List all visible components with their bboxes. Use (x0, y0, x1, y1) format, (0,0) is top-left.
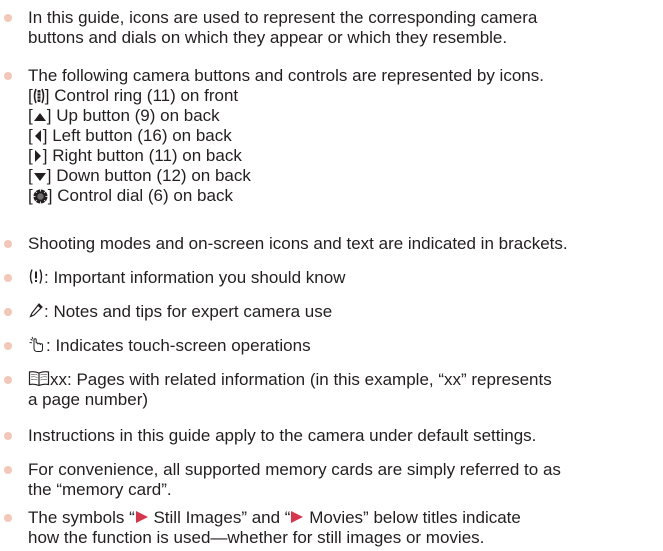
bullet (4, 240, 12, 248)
item-text: Instructions in this guide apply to the … (28, 426, 537, 445)
bullet (4, 308, 12, 316)
bullet (4, 432, 12, 440)
control-entry: [] Control dial (6) on back (28, 186, 233, 205)
right-button-icon (34, 150, 41, 162)
item-text: the “memory card”. (28, 480, 172, 499)
item-text: For convenience, all supported memory ca… (28, 460, 561, 479)
control-entry: [] Right button (11) on back (28, 146, 242, 165)
control-entry: [] Up button (9) on back (28, 106, 220, 125)
bullet (4, 376, 12, 384)
control-label: Left button (16) on back (52, 126, 232, 145)
play-arrow-icon (291, 511, 304, 523)
touch-icon (29, 336, 43, 352)
bullet (4, 14, 12, 22)
important-icon (29, 269, 43, 284)
page-ref-text: xx: Pages with related information (in t… (50, 370, 552, 389)
play-arrow-icon (135, 511, 148, 523)
book-icon (28, 371, 50, 387)
control-label: Control ring (11) on front (54, 86, 239, 105)
control-entry: [] Left button (16) on back (28, 126, 232, 145)
pencil-icon (29, 303, 43, 318)
control-entry: [] Control ring (11) on front (28, 86, 239, 105)
item-text: In this guide, icons are used to represe… (28, 8, 538, 27)
control-ring-icon (33, 88, 45, 104)
down-button-icon (33, 173, 46, 181)
important-text: : Important information you should know (44, 268, 346, 287)
item-text: Shooting modes and on-screen icons and t… (28, 234, 568, 253)
guide-conventions-page: In this guide, icons are used to represe… (0, 0, 663, 551)
item-text: how the function is used—whether for sti… (28, 528, 485, 547)
left-button-icon (34, 130, 41, 142)
notes-text: : Notes and tips for expert camera use (44, 302, 333, 321)
control-label: Control dial (6) on back (57, 186, 233, 205)
control-entry: [] Down button (12) on back (28, 166, 251, 185)
control-dial-icon (33, 189, 48, 204)
bullet (4, 72, 12, 80)
control-label: Right button (11) on back (52, 146, 242, 165)
item-text: The following camera buttons and control… (28, 66, 544, 85)
control-label: Up button (9) on back (56, 106, 220, 125)
up-button-icon (33, 113, 46, 121)
symbols-text-movies: Movies” below titles indicate (304, 508, 521, 527)
item-text: a page number) (28, 390, 149, 409)
item-text: buttons and dials on which they appear o… (28, 28, 508, 47)
symbols-text-still: Still Images” and “ (148, 508, 291, 527)
bullet (4, 514, 12, 522)
symbols-text-pre: The symbols “ (28, 508, 135, 527)
bullet (4, 342, 12, 350)
bullet (4, 274, 12, 282)
bullet (4, 466, 12, 474)
touch-text: : Indicates touch-screen operations (46, 336, 311, 355)
control-label: Down button (12) on back (56, 166, 251, 185)
